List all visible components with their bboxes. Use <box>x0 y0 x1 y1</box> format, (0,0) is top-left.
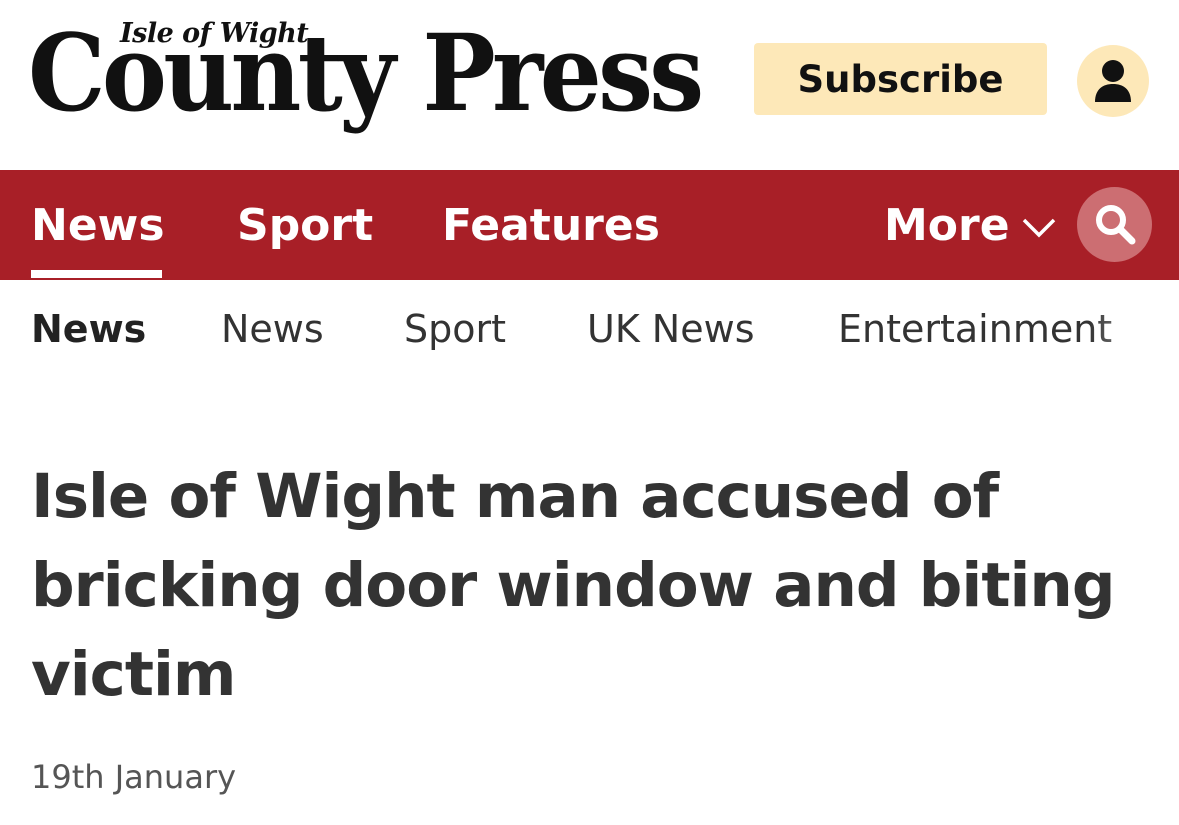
more-label: More <box>884 199 1010 251</box>
secondary-nav: News News Sport UK News Entertainment <box>0 280 1179 384</box>
chevron-down-icon <box>1022 218 1055 238</box>
subnav-item-news[interactable]: News <box>221 307 324 351</box>
user-icon <box>1095 60 1131 102</box>
site-logo[interactable]: Isle of Wight County Press <box>28 14 704 154</box>
masthead: Isle of Wight County Press Subscribe <box>0 0 1179 170</box>
logo-title: County Press <box>28 10 704 135</box>
subnav-item-uk-news[interactable]: UK News <box>587 307 755 351</box>
account-button[interactable] <box>1077 45 1149 117</box>
nav-item-sport[interactable]: Sport <box>237 170 373 280</box>
primary-nav: News Sport Features More <box>0 170 1179 280</box>
nav-item-news[interactable]: News <box>31 170 165 280</box>
nav-item-more[interactable]: More <box>884 170 1056 280</box>
subnav-item-news-section[interactable]: News <box>31 307 146 351</box>
active-nav-indicator <box>31 270 162 278</box>
search-icon <box>1096 205 1136 245</box>
subscribe-button[interactable]: Subscribe <box>754 43 1047 115</box>
article-headline: Isle of Wight man accused of bricking do… <box>31 461 1116 710</box>
article-date: 19th January <box>31 758 237 796</box>
subnav-item-entertainment[interactable]: Entertainment <box>838 307 1112 351</box>
nav-item-features[interactable]: Features <box>442 170 660 280</box>
subnav-item-sport[interactable]: Sport <box>404 307 506 351</box>
search-button[interactable] <box>1077 187 1152 262</box>
